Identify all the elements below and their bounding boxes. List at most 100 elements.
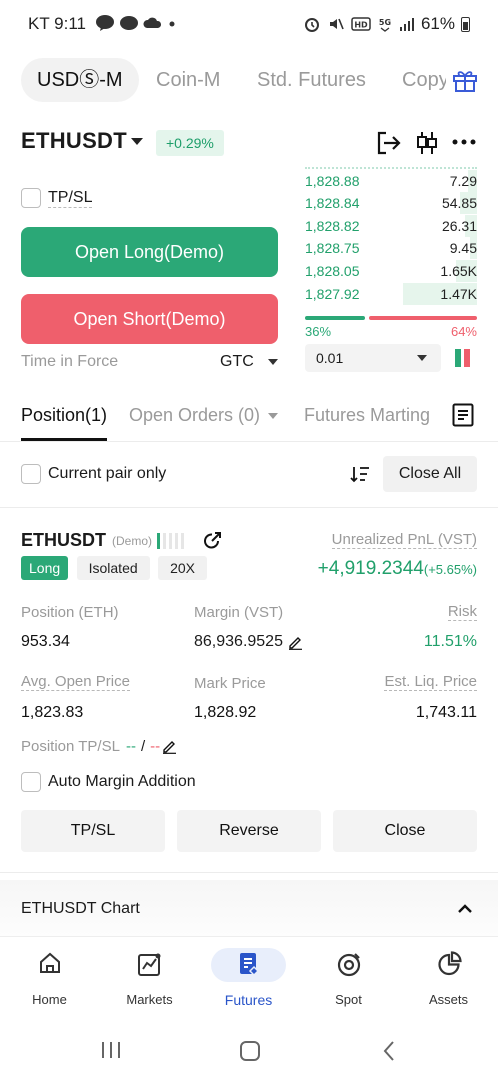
current-pair-checkbox[interactable] <box>21 464 41 484</box>
position-tpsl: Position TP/SL -- / -- <box>21 738 177 755</box>
stop-loss-value: -- <box>150 738 161 755</box>
open-short-button[interactable]: Open Short(Demo) <box>21 294 278 344</box>
gift-icon[interactable] <box>452 68 478 92</box>
auto-margin-toggle[interactable]: Auto Margin Addition <box>21 772 196 792</box>
nav-markets[interactable]: Markets <box>100 937 199 1017</box>
risk-level-bars <box>157 532 185 549</box>
demo-tag: (Demo) <box>112 533 153 548</box>
status-right: HD 5G 61% <box>303 14 470 34</box>
chart-section-header[interactable]: ETHUSDT Chart <box>0 880 498 936</box>
sort-icon[interactable] <box>350 465 370 483</box>
tab-coin-m[interactable]: Coin-M <box>156 58 220 102</box>
chat-icon <box>120 16 138 30</box>
buy-ratio-bar <box>305 316 365 320</box>
position-symbol[interactable]: ETHUSDT <box>21 530 106 551</box>
markets-icon <box>137 953 160 976</box>
est-liq-price-label: Est. Liq. Price <box>384 673 477 691</box>
sell-ratio-label: 64% <box>450 324 477 339</box>
margin-value: 86,936.9525 <box>194 633 283 650</box>
nav-home[interactable]: Home <box>0 937 99 1017</box>
chevron-up-icon[interactable] <box>457 904 473 914</box>
document-icon[interactable] <box>452 403 474 427</box>
nav-spot[interactable]: Spot <box>299 937 398 1017</box>
current-pair-filter[interactable]: Current pair only <box>21 464 166 484</box>
order-book-price: 1,828.84 <box>305 195 360 211</box>
tpsl-button[interactable]: TP/SL <box>21 810 165 852</box>
divider <box>0 441 498 442</box>
more-icon[interactable] <box>452 138 476 146</box>
assets-icon <box>437 951 462 976</box>
bottom-navigation: Home Markets Futures Spot Assets <box>0 936 498 1016</box>
unrealized-pnl-percent: (+5.65%) <box>423 561 477 577</box>
reverse-button[interactable]: Reverse <box>177 810 321 852</box>
candlestick-chart-icon[interactable] <box>416 130 438 156</box>
risk-label: Risk <box>447 603 477 621</box>
unrealized-pnl-label: Unrealized PnL (VST) <box>331 531 477 549</box>
time-in-force-label: Time in Force <box>21 353 119 370</box>
tpsl-toggle[interactable]: TP/SL <box>21 188 93 208</box>
mark-price-value: 1,828.92 <box>194 704 257 721</box>
tab-copy[interactable]: Copy <box>402 58 446 102</box>
symbol-name[interactable]: ETHUSDT <box>21 128 127 154</box>
home-button-icon[interactable] <box>239 1040 261 1062</box>
nav-futures[interactable]: Futures <box>199 937 298 1017</box>
edit-icon[interactable] <box>288 635 303 650</box>
battery-icon <box>461 16 470 32</box>
recent-apps-icon[interactable] <box>100 1040 122 1060</box>
status-bar: KT 9:11 HD 5G 61% <box>0 0 498 48</box>
tab-position[interactable]: Position(1) <box>21 405 107 426</box>
take-profit-value: -- <box>125 738 136 755</box>
chevron-down-icon <box>268 412 279 419</box>
position-header: ETHUSDT (Demo) <box>21 530 222 551</box>
chevron-down-icon <box>267 359 278 365</box>
divider <box>0 872 498 873</box>
spot-icon <box>337 953 360 977</box>
order-book-row[interactable]: 1,828.75 9.45 <box>305 237 477 259</box>
tab-usds-m[interactable]: USDⓈ-M <box>21 58 139 102</box>
time-in-force-select[interactable]: GTC <box>220 353 278 371</box>
tab-open-orders[interactable]: Open Orders (0) <box>129 405 279 426</box>
symbol-header: ETHUSDT +0.29% <box>0 124 498 164</box>
side-chip: Long <box>21 556 69 580</box>
nav-assets[interactable]: Assets <box>399 937 498 1017</box>
auto-margin-checkbox[interactable] <box>21 772 41 792</box>
book-layout-icon[interactable] <box>455 349 471 367</box>
divider <box>0 507 498 508</box>
back-icon[interactable] <box>382 1040 396 1062</box>
tpsl-checkbox[interactable] <box>21 188 41 208</box>
unrealized-pnl-value: +4,919.2344 <box>317 558 424 579</box>
tpsl-separator: / <box>140 738 146 755</box>
position-size-value: 953.34 <box>21 633 70 650</box>
share-icon[interactable] <box>202 531 222 551</box>
tab-std-futures[interactable]: Std. Futures <box>257 58 366 102</box>
edit-icon[interactable] <box>162 739 177 754</box>
close-all-button[interactable]: Close All <box>383 456 477 492</box>
order-book-row[interactable]: 1,828.82 26.31 <box>305 215 477 237</box>
exit-icon[interactable] <box>376 130 402 156</box>
order-book-row[interactable]: 1,828.05 1.65K <box>305 260 477 282</box>
chart-section-title: ETHUSDT Chart <box>21 900 140 917</box>
order-book-qty: 9.45 <box>449 240 477 256</box>
mute-icon <box>329 18 344 30</box>
svg-text:5G: 5G <box>379 18 391 27</box>
order-book-row[interactable]: 1,828.84 54.85 <box>305 192 477 214</box>
close-position-button[interactable]: Close <box>333 810 477 852</box>
avg-open-price-value: 1,823.83 <box>21 704 84 721</box>
open-long-button[interactable]: Open Long(Demo) <box>21 227 278 277</box>
nav-markets-label: Markets <box>126 992 173 1007</box>
leverage-chip[interactable]: 20X <box>158 556 208 580</box>
market-type-tabs: USDⓈ-M Coin-M Std. Futures Copy <box>0 58 498 104</box>
margin-mode-chip[interactable]: Isolated <box>76 556 150 580</box>
tab-futures-martingale[interactable]: Futures Marting <box>304 405 430 426</box>
svg-text:HD: HD <box>354 21 368 30</box>
order-book-price: 1,828.05 <box>305 263 360 279</box>
est-liq-price-value: 1,743.11 <box>415 704 477 721</box>
order-book-price: 1,827.92 <box>305 286 360 302</box>
futures-icon <box>239 953 259 977</box>
order-book-row[interactable]: 1,827.92 1.47K <box>305 283 477 305</box>
chevron-down-icon <box>417 355 427 361</box>
chevron-down-icon[interactable] <box>131 138 143 145</box>
precision-select[interactable]: 0.01 <box>305 344 441 372</box>
order-book-row[interactable]: 1,828.88 7.29 <box>305 170 477 192</box>
position-tpsl-label: Position TP/SL <box>21 738 120 755</box>
